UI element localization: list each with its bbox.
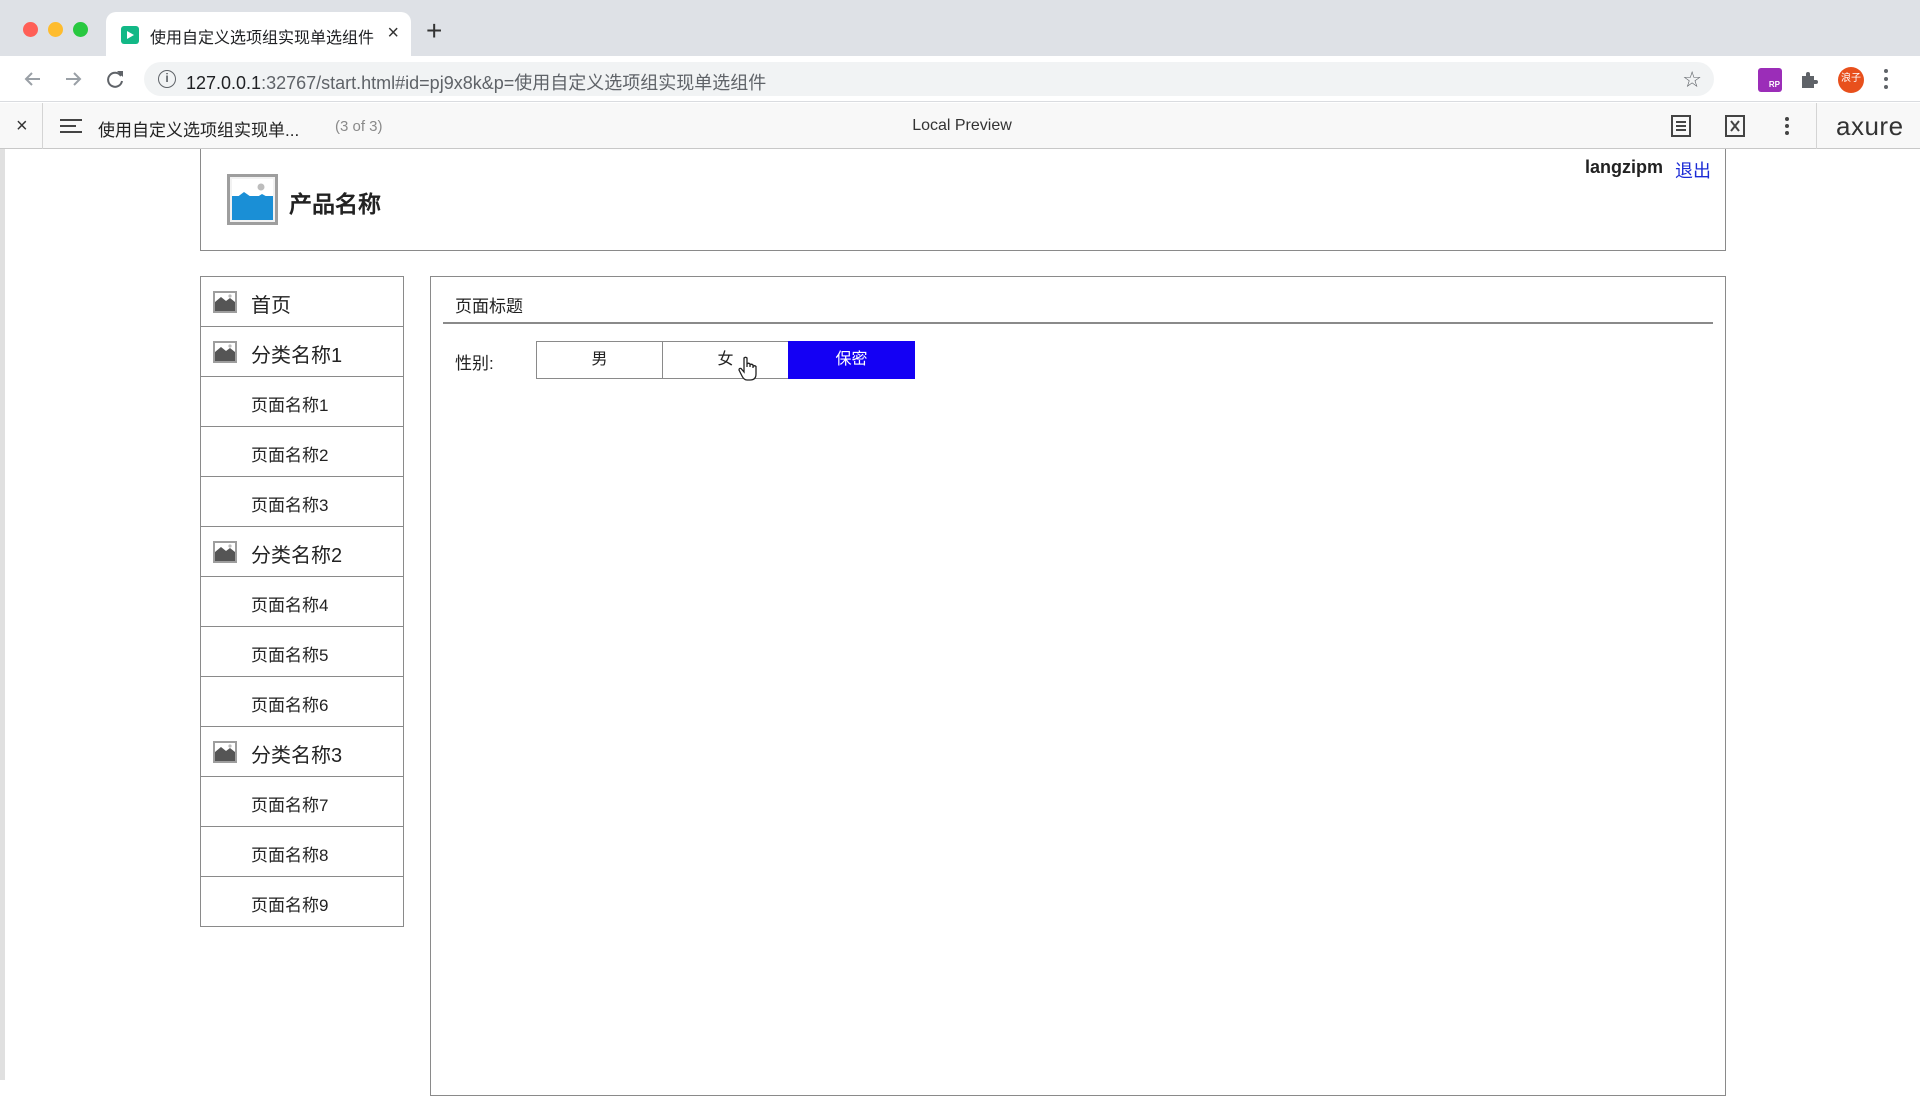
sidebar-item-label: 分类名称3 xyxy=(251,745,343,767)
sidebar-item-label: 页面名称8 xyxy=(251,846,329,865)
image-placeholder-icon xyxy=(213,741,237,763)
sidebar-page-item[interactable]: 页面名称7 xyxy=(200,776,404,827)
sidebar-item-label: 页面名称1 xyxy=(251,396,329,415)
address-bar[interactable]: i 127.0.0.1:32767/start.html#id=pj9x8k&p… xyxy=(144,62,1714,96)
gender-option-female[interactable]: 女 xyxy=(662,341,789,379)
sidebar-page-item[interactable]: 页面名称4 xyxy=(200,576,404,627)
axure-favicon-icon xyxy=(121,26,139,44)
sidebar-item-label: 页面名称4 xyxy=(251,596,329,615)
sidebar-item-label: 页面名称6 xyxy=(251,696,329,715)
reload-icon[interactable] xyxy=(100,64,130,94)
left-panel-edge xyxy=(0,149,5,1080)
extensions-puzzle-icon[interactable] xyxy=(1798,68,1822,92)
sidebar-item-label: 页面名称9 xyxy=(251,896,329,915)
browser-tab-active[interactable]: 使用自定义选项组实现单选组件 × xyxy=(106,12,411,56)
minimize-window-button[interactable] xyxy=(48,22,63,37)
prototype-header: 产品名称 langzipm 退出 xyxy=(200,149,1726,251)
image-placeholder-icon xyxy=(213,291,237,313)
preview-mode-title: Local Preview xyxy=(912,117,1012,134)
sidebar-page-item[interactable]: 页面名称8 xyxy=(200,826,404,877)
sidebar-item-label: 分类名称2 xyxy=(251,545,343,567)
browser-titlebar: 使用自定义选项组实现单选组件 × + xyxy=(0,0,1920,56)
sidebar-category[interactable]: 首页 xyxy=(200,276,404,327)
axure-rp-extension-icon[interactable]: RP xyxy=(1758,68,1782,92)
page-heading: 页面标题 xyxy=(455,297,523,316)
sidebar-item-label: 页面名称2 xyxy=(251,446,329,465)
browser-toolbar: i 127.0.0.1:32767/start.html#id=pj9x8k&p… xyxy=(0,56,1920,102)
sidebar-item-label: 分类名称1 xyxy=(251,345,343,367)
sidebar-page-item[interactable]: 页面名称1 xyxy=(200,376,404,427)
sidebar-category[interactable]: 分类名称2 xyxy=(200,526,404,577)
forward-arrow-icon[interactable] xyxy=(58,64,88,94)
gender-label: 性别: xyxy=(455,354,494,373)
tab-close-icon[interactable]: × xyxy=(387,21,399,45)
sidebar-item-label: 页面名称7 xyxy=(251,796,329,815)
sidebar-category[interactable]: 分类名称1 xyxy=(200,326,404,377)
sidebar-item-label: 页面名称5 xyxy=(251,646,329,665)
notes-icon[interactable] xyxy=(1670,115,1692,142)
inspect-icon[interactable] xyxy=(1724,115,1746,142)
sidebar-page-item[interactable]: 页面名称2 xyxy=(200,426,404,477)
sidebar-nav: 首页分类名称1 页面名称1 页面名称2 页面名称3 分类名称2 页面名称4 页面名称5 页面名… xyxy=(200,276,404,927)
sidebar-item-label: 页面名称3 xyxy=(251,496,329,515)
more-options-icon[interactable] xyxy=(1784,115,1790,142)
sidebar-category[interactable]: 分类名称3 xyxy=(200,726,404,777)
axure-logo: axure xyxy=(1836,111,1904,141)
sidebar-page-item[interactable]: 页面名称6 xyxy=(200,676,404,727)
heading-divider xyxy=(443,322,1713,324)
site-info-icon[interactable]: i xyxy=(158,70,176,88)
sidebar-page-item[interactable]: 页面名称5 xyxy=(200,626,404,677)
back-arrow-icon[interactable] xyxy=(18,64,48,94)
sidebar-item-label: 首页 xyxy=(251,295,291,317)
image-placeholder-icon xyxy=(213,341,237,363)
maximize-window-button[interactable] xyxy=(73,22,88,37)
tab-title: 使用自定义选项组实现单选组件 xyxy=(150,30,375,47)
divider xyxy=(1816,103,1817,149)
sidebar-page-item[interactable]: 页面名称3 xyxy=(200,476,404,527)
new-tab-button[interactable]: + xyxy=(426,17,442,45)
gender-option-male[interactable]: 男 xyxy=(536,341,663,379)
hand-pointer-cursor-icon xyxy=(738,356,758,387)
logout-link[interactable]: 退出 xyxy=(1675,157,1711,183)
axure-preview-bar: × 使用自定义选项组实现单... (3 of 3) Local Preview … xyxy=(0,103,1920,149)
browser-menu-icon[interactable] xyxy=(1882,66,1890,97)
product-logo-image-icon xyxy=(227,174,278,225)
product-name: 产品名称 xyxy=(289,191,381,217)
url-text[interactable]: 127.0.0.1:32767/start.html#id=pj9x8k&p=使… xyxy=(186,69,766,95)
profile-avatar[interactable]: 浪子 xyxy=(1838,67,1864,93)
url-path: :32767/start.html#id=pj9x8k&p=使用自定义选项组实现… xyxy=(261,73,767,93)
username: langzipm xyxy=(1584,157,1663,177)
url-host: 127.0.0.1 xyxy=(186,73,262,93)
gender-option-secret[interactable]: 保密 xyxy=(788,341,915,379)
bookmark-star-icon[interactable]: ☆ xyxy=(1682,67,1702,93)
close-window-button[interactable] xyxy=(23,22,38,37)
main-content-panel: 页面标题 性别: 男 女 保密 xyxy=(430,276,1726,1096)
sidebar-page-item[interactable]: 页面名称9 xyxy=(200,876,404,927)
image-placeholder-icon xyxy=(213,541,237,563)
